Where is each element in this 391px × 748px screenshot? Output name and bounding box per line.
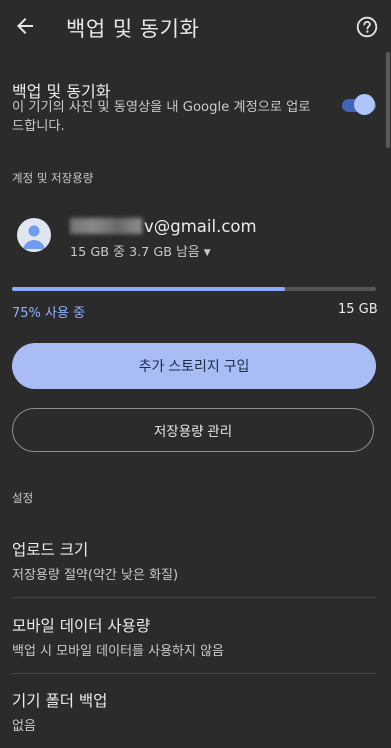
settings-item-subtitle: 백업 시 모바일 데이터를 사용하지 않음: [12, 644, 225, 659]
divider: [12, 597, 376, 598]
backup-sync-description: 이 기기의 사진 및 동영상을 내 Google 계정으로 업로드합니다.: [12, 100, 311, 134]
settings-item-upload-size[interactable]: 업로드 크기 저장용량 절약(약간 낮은 화질): [12, 538, 376, 583]
email-domain: v@gmail.com: [144, 217, 257, 236]
divider: [12, 673, 376, 674]
avatar: [17, 218, 51, 252]
storage-progress-bar: [12, 287, 376, 291]
usage-label: 75% 사용 중: [12, 306, 86, 321]
toggle-knob: [354, 94, 375, 115]
help-icon[interactable]: [356, 16, 378, 38]
total-storage-label: 15 GB: [338, 302, 378, 317]
backup-sync-toggle[interactable]: [342, 94, 376, 116]
account-storage-section-label: 계정 및 저장용량: [12, 171, 94, 185]
page-title: 백업 및 동기화: [66, 17, 200, 41]
settings-item-title: 모바일 데이터 사용량: [12, 617, 151, 635]
settings-item-device-folders[interactable]: 기기 폴더 백업 없음: [12, 689, 376, 734]
storage-quota[interactable]: 15 GB 중 3.7 GB 남음 ▼: [70, 241, 211, 260]
buy-storage-button[interactable]: 추가 스토리지 구입: [12, 343, 376, 389]
redacted-email-prefix: [70, 218, 142, 234]
settings-item-subtitle: 저장용량 절약(약간 낮은 화질): [12, 568, 179, 583]
account-email: v@gmail.com: [70, 217, 257, 236]
scrollbar[interactable]: [386, 52, 390, 148]
storage-progress-fill: [12, 287, 285, 291]
dropdown-caret-icon: ▼: [203, 248, 211, 258]
settings-section-label: 설정: [12, 491, 34, 505]
settings-item-mobile-data[interactable]: 모바일 데이터 사용량 백업 시 모바일 데이터를 사용하지 않음: [12, 614, 376, 659]
settings-item-title: 업로드 크기: [12, 541, 89, 559]
person-icon: [23, 225, 45, 249]
settings-item-title: 기기 폴더 백업: [12, 692, 108, 710]
back-arrow-icon[interactable]: [13, 14, 37, 38]
quota-text: 15 GB 중 3.7 GB 남음: [70, 245, 200, 260]
settings-item-subtitle: 없음: [12, 719, 36, 734]
manage-storage-button[interactable]: 저장용량 관리: [12, 408, 374, 452]
